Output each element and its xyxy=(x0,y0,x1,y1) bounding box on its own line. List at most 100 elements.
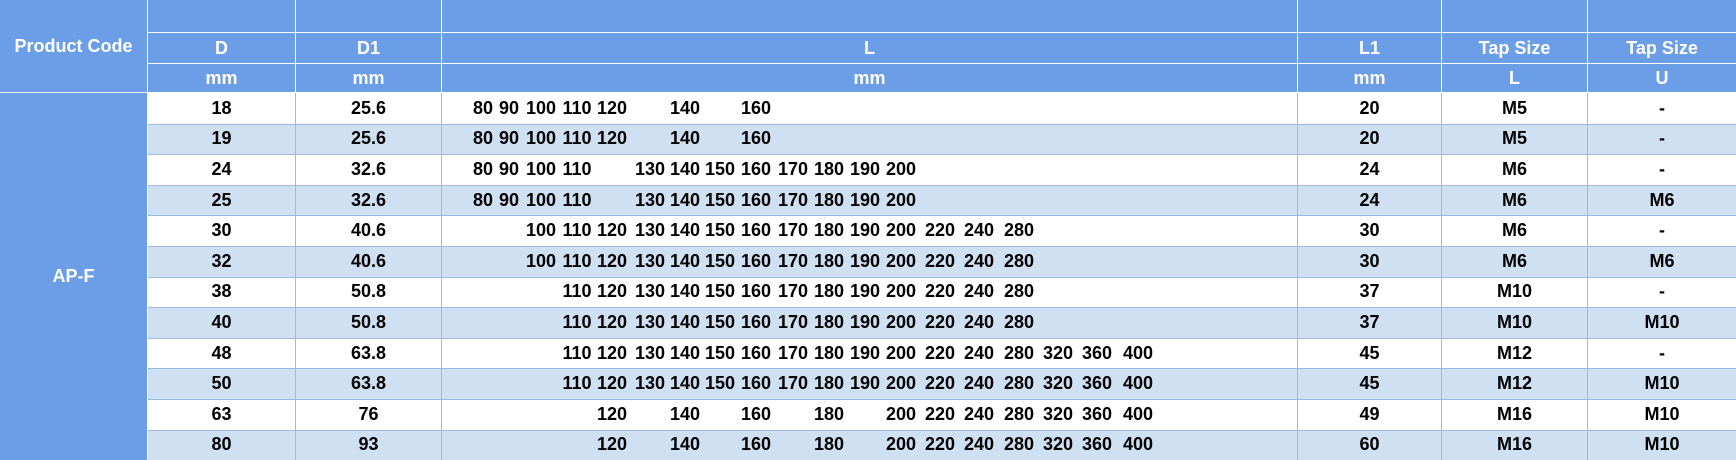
length-value: 80 xyxy=(472,97,494,118)
length-value: 320 xyxy=(1042,342,1074,363)
header-tapl-name: Tap Size xyxy=(1442,33,1587,63)
length-value: 200 xyxy=(885,158,917,179)
length-value: 160 xyxy=(740,97,772,118)
length-value: 170 xyxy=(777,373,809,394)
length-value: 110 xyxy=(562,311,592,332)
length-value: 140 xyxy=(669,97,701,118)
length-value: 220 xyxy=(924,220,956,241)
length-value: 280 xyxy=(1003,342,1035,363)
length-value: 80 xyxy=(472,158,494,179)
length-value: 170 xyxy=(777,158,809,179)
length-value: 360 xyxy=(1081,434,1113,455)
header-hline xyxy=(148,63,1736,64)
cell-l1: 20 xyxy=(1359,128,1380,149)
table-row: 48 63.8 45 M12-110 120 130 140 150 160 170 180 190 2… xyxy=(148,337,1736,369)
cell-tapl: M16 xyxy=(1496,403,1532,424)
cell-l1: 49 xyxy=(1359,403,1380,424)
length-value: 100 xyxy=(525,158,557,179)
header-vline xyxy=(147,0,148,92)
length-value: 200 xyxy=(885,403,917,424)
header-product-code: Product Code xyxy=(0,0,147,92)
length-value: 280 xyxy=(1003,403,1035,424)
length-value: 150 xyxy=(704,311,736,332)
header-d-name: D xyxy=(148,33,295,63)
length-value: 240 xyxy=(963,434,995,455)
length-value: 110 xyxy=(562,281,592,302)
cell-l1: 30 xyxy=(1359,250,1380,271)
cell-tapu: - xyxy=(1659,281,1665,302)
length-value: 80 xyxy=(472,189,494,210)
length-value: 110 xyxy=(562,250,592,271)
cell-d: 38 xyxy=(211,281,232,302)
length-value: 180 xyxy=(813,403,845,424)
length-value: 100 xyxy=(525,189,557,210)
length-value: 150 xyxy=(704,281,736,302)
length-value: 160 xyxy=(740,311,772,332)
cell-d1: 63.8 xyxy=(350,342,387,363)
cell-tapu: - xyxy=(1659,128,1665,149)
length-value: 180 xyxy=(813,250,845,271)
cell-tapl: M6 xyxy=(1501,250,1527,271)
length-value: 140 xyxy=(669,434,701,455)
length-value: 200 xyxy=(885,373,917,394)
length-value: 130 xyxy=(634,250,666,271)
cell-tapu: M10 xyxy=(1644,373,1680,394)
length-value: 160 xyxy=(740,189,772,210)
header-tapu-name: Tap Size xyxy=(1588,33,1736,63)
length-value: 80 xyxy=(472,128,494,149)
table-row: 40 50.8 37 M10 M10 110 120 130 140 150 160 170 180 19… xyxy=(148,307,1736,338)
length-value: 180 xyxy=(813,281,845,302)
table-row: 19 25.6 20 M5 - 80 90 100 110 120 140 160 xyxy=(148,123,1736,155)
length-value: 150 xyxy=(704,189,736,210)
length-value: 120 xyxy=(596,403,628,424)
length-value: 120 xyxy=(596,434,628,455)
length-value: 160 xyxy=(740,434,772,455)
length-value: 180 xyxy=(813,158,845,179)
header-vline xyxy=(1587,0,1588,92)
cell-l1: 45 xyxy=(1359,373,1380,394)
length-value: 90 xyxy=(498,158,520,179)
length-value: 200 xyxy=(885,434,917,455)
length-value: 160 xyxy=(740,158,772,179)
cell-l1: 60 xyxy=(1359,434,1380,455)
table-row: 18 25.6 20 M5 - 80 90 100 110 120 140 160 xyxy=(148,93,1736,124)
cell-d1: 50.8 xyxy=(350,281,387,302)
cell-tapl: M12 xyxy=(1496,342,1532,363)
cell-d: 50 xyxy=(211,373,232,394)
cell-l1: 24 xyxy=(1359,158,1380,179)
length-value: 130 xyxy=(634,189,666,210)
length-value: 190 xyxy=(849,250,881,271)
header-vline xyxy=(441,0,442,92)
length-value: 160 xyxy=(740,220,772,241)
grid-hline xyxy=(148,368,1736,369)
length-value: 240 xyxy=(963,311,995,332)
cell-d: 63 xyxy=(211,403,232,424)
grid-hline xyxy=(148,399,1736,400)
length-value: 280 xyxy=(1003,434,1035,455)
length-value: 190 xyxy=(849,311,881,332)
header-vline xyxy=(295,0,296,92)
length-value: 280 xyxy=(1003,311,1035,332)
table-row: 50 63.8 45 M12 M10 110 120 130 140 150 160 170 180 19… xyxy=(148,368,1736,399)
length-value: 160 xyxy=(740,281,772,302)
cell-tapl: M6 xyxy=(1501,189,1527,210)
length-value: 200 xyxy=(885,342,917,363)
length-value: 130 xyxy=(634,220,666,241)
length-value: 220 xyxy=(924,403,956,424)
length-value: 160 xyxy=(740,373,772,394)
cell-d: 18 xyxy=(211,97,232,118)
cell-d: 48 xyxy=(211,342,232,363)
table-row: 80 93 60 M16 M10 120 140 160 180 200 220 240 280 320 3… xyxy=(148,429,1736,460)
length-value: 170 xyxy=(777,220,809,241)
cell-d1: 25.6 xyxy=(350,128,387,149)
length-value: 190 xyxy=(849,158,881,179)
grid-hline xyxy=(148,185,1736,186)
length-value: 130 xyxy=(634,158,666,179)
cell-d1: 40.6 xyxy=(350,220,387,241)
cell-tapu: M6 xyxy=(1649,189,1675,210)
length-value: 120 xyxy=(596,281,628,302)
cell-d1: 50.8 xyxy=(350,311,387,332)
length-value: 160 xyxy=(740,403,772,424)
length-value: 360 xyxy=(1081,403,1113,424)
header-top-strip xyxy=(296,0,441,32)
